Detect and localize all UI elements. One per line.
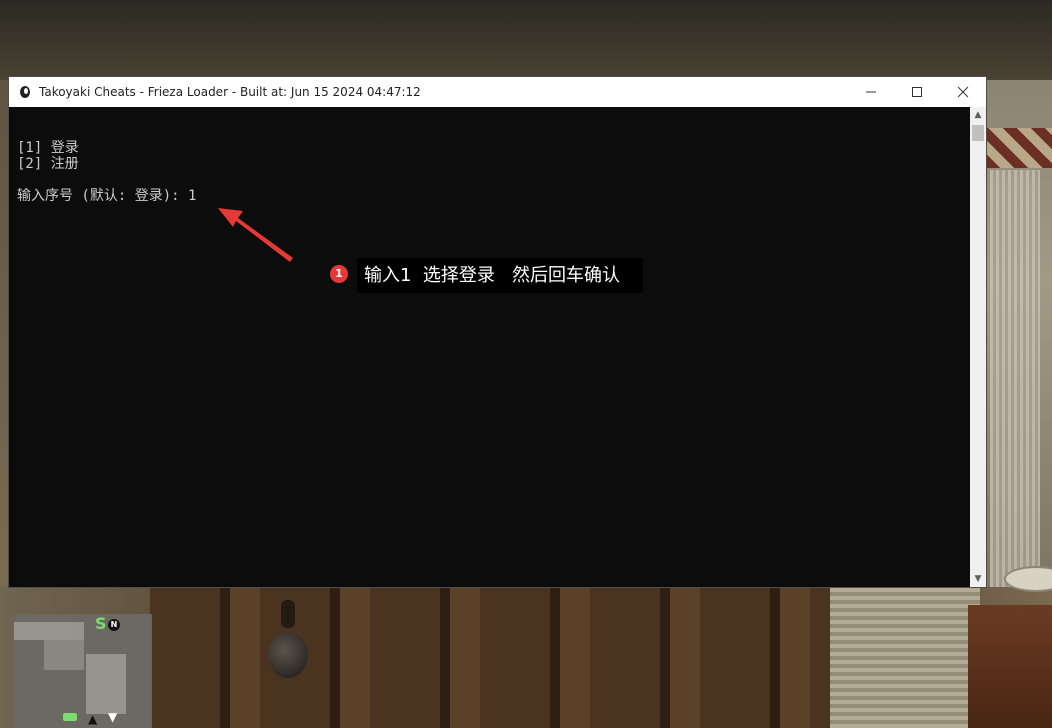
close-icon xyxy=(957,86,969,98)
window-title: Takoyaki Cheats - Frieza Loader - Built … xyxy=(39,85,421,99)
wooden-door xyxy=(150,587,830,728)
scroll-thumb[interactable] xyxy=(972,125,984,141)
lace-panel xyxy=(830,587,980,728)
minimap xyxy=(14,614,152,728)
car-icon xyxy=(63,713,77,721)
scroll-down-arrow-icon[interactable]: ▼ xyxy=(970,571,986,587)
maximize-icon xyxy=(912,87,922,97)
minimap-north-icon: N xyxy=(108,619,120,631)
console-line-option-login: [1] 登录 xyxy=(17,140,79,156)
door-knob xyxy=(268,632,308,678)
close-button[interactable] xyxy=(940,77,986,107)
player-arrow-icon: ▼ xyxy=(108,710,118,724)
wallpaper-border xyxy=(986,128,1052,168)
console-line-option-register: [2] 注册 xyxy=(17,156,79,172)
ceiling-area xyxy=(0,0,1052,80)
console-window: Takoyaki Cheats - Frieza Loader - Built … xyxy=(9,77,986,587)
console-input-prompt[interactable]: 输入序号 (默认: 登录): 1 xyxy=(17,188,196,204)
door-keyhole xyxy=(281,600,295,628)
shirt-icon: ▲ xyxy=(88,712,98,726)
maximize-button[interactable] xyxy=(894,77,940,107)
minimap-s-marker: S xyxy=(95,614,107,633)
instruction-callout: 输入1 选择登录 然后回车确认 xyxy=(357,258,643,293)
window-controls xyxy=(848,77,986,107)
lace-curtain xyxy=(990,170,1040,590)
minimize-button[interactable] xyxy=(848,77,894,107)
title-bar[interactable]: Takoyaki Cheats - Frieza Loader - Built … xyxy=(9,77,986,107)
scroll-up-arrow-icon[interactable]: ▲ xyxy=(970,107,986,123)
step-number-badge: 1 xyxy=(330,265,348,283)
vertical-scrollbar[interactable]: ▲ ▼ xyxy=(970,107,986,587)
terminal-app-icon xyxy=(17,84,33,100)
minimize-icon xyxy=(866,91,876,93)
wooden-cabinet xyxy=(968,605,1052,728)
console-output[interactable]: [1] 登录 [2] 注册 输入序号 (默认: 登录): 1 xyxy=(9,107,970,587)
